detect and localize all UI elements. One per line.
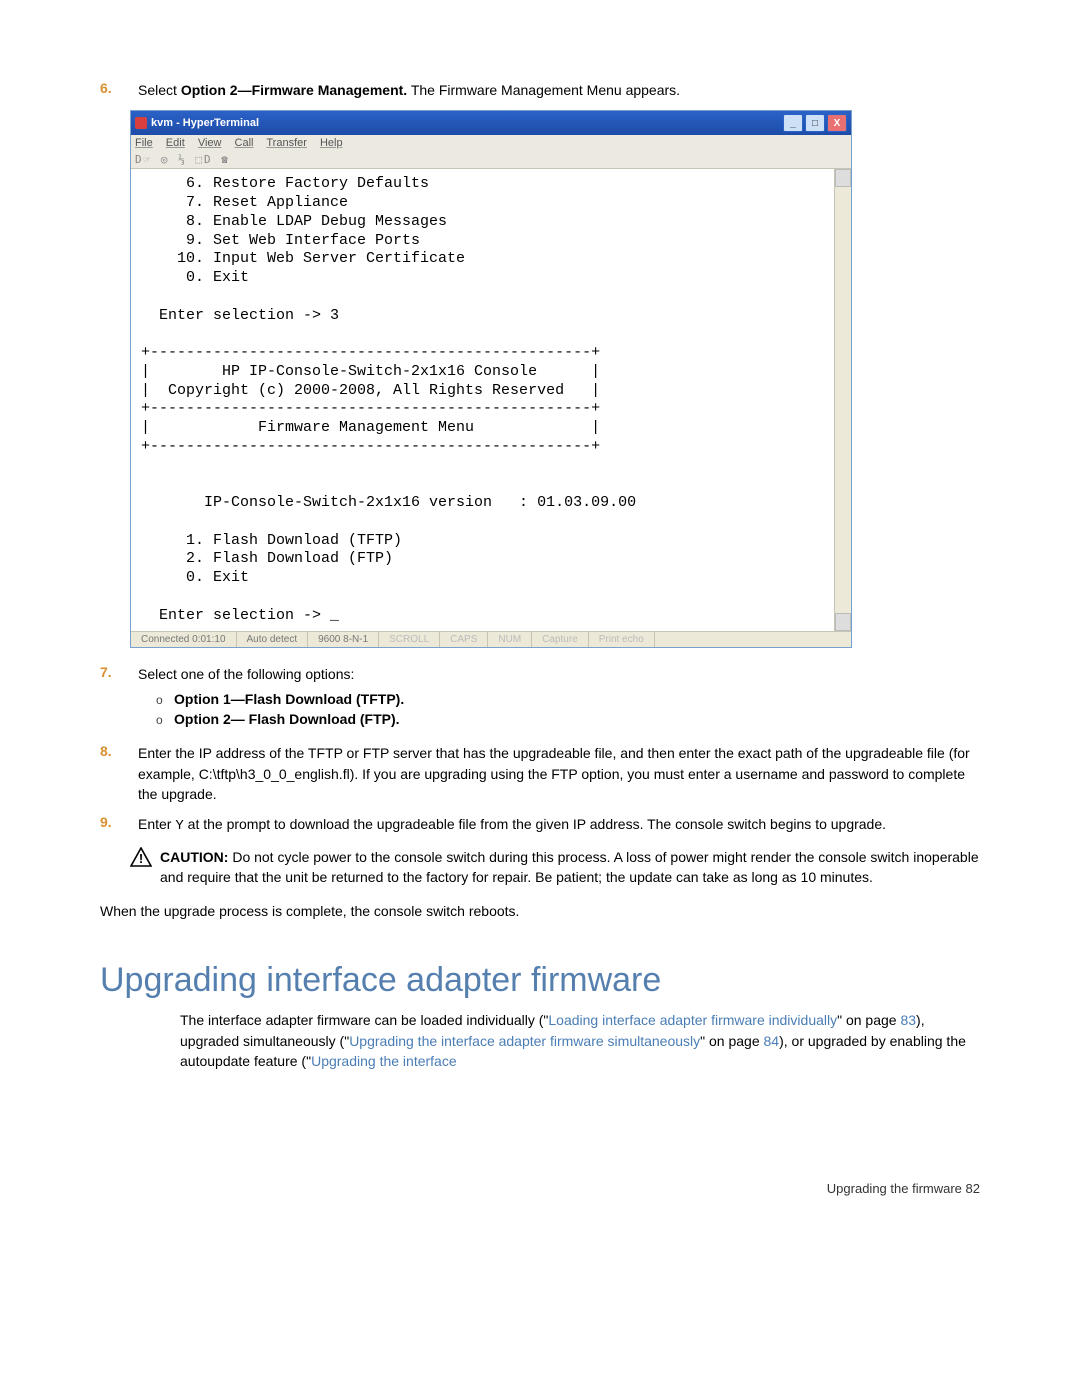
window-title: kvm - HyperTerminal [151, 117, 259, 129]
link-page-83[interactable]: 83 [900, 1012, 916, 1028]
terminal-body[interactable]: 6. Restore Factory Defaults 7. Reset App… [131, 169, 834, 631]
step-6: 6. Select Option 2—Firmware Management. … [100, 80, 980, 100]
step-number: 7. [100, 664, 138, 733]
section-heading: Upgrading interface adapter firmware [100, 961, 980, 1000]
close-button[interactable]: X [827, 114, 847, 132]
step-number: 6. [100, 80, 138, 100]
status-connected: Connected 0:01:10 [131, 632, 237, 647]
scroll-up-icon[interactable] [835, 169, 851, 187]
bold-text: Option 2— Flash Download (FTP). [174, 711, 400, 727]
link-load-individually[interactable]: Loading interface adapter firmware indiv… [548, 1012, 837, 1028]
step-number: 9. [100, 814, 138, 836]
caution-label: CAUTION: [160, 849, 228, 865]
status-baud: 9600 8-N-1 [308, 632, 379, 647]
text: " on page [837, 1012, 900, 1028]
mono-text: Y [175, 818, 183, 834]
page-footer: Upgrading the firmware 82 [100, 1181, 980, 1196]
window-titlebar: kvm - HyperTerminal _ □ X [131, 111, 851, 135]
app-icon [135, 117, 147, 129]
step-8: 8. Enter the IP address of the TFTP or F… [100, 743, 980, 804]
scroll-down-icon[interactable] [835, 613, 851, 631]
step-body: Select Option 2—Firmware Management. The… [138, 80, 980, 100]
text: Enter [138, 816, 175, 832]
menu-help[interactable]: Help [320, 137, 343, 149]
status-echo: Print echo [589, 632, 655, 647]
menu-edit[interactable]: Edit [166, 137, 185, 149]
status-scroll: SCROLL [379, 632, 440, 647]
menu-file[interactable]: File [135, 137, 153, 149]
text: The Firmware Management Menu appears. [407, 82, 680, 98]
step-body: Enter the IP address of the TFTP or FTP … [138, 743, 980, 804]
text: Select [138, 82, 181, 98]
menu-view[interactable]: View [198, 137, 222, 149]
text: The interface adapter firmware can be lo… [180, 1012, 548, 1028]
menu-call[interactable]: Call [235, 137, 254, 149]
step-7: 7. Select one of the following options: … [100, 664, 980, 733]
status-autodetect: Auto detect [237, 632, 309, 647]
minimize-button[interactable]: _ [783, 114, 803, 132]
text: Do not cycle power to the console switch… [160, 849, 979, 885]
bold-text: Option 2—Firmware Management. [181, 82, 407, 98]
text: " on page [700, 1033, 763, 1049]
step-body: Enter Y at the prompt to download the up… [138, 814, 980, 836]
menu-transfer[interactable]: Transfer [266, 137, 307, 149]
statusbar: Connected 0:01:10 Auto detect 9600 8-N-1… [131, 631, 851, 647]
step-9: 9. Enter Y at the prompt to download the… [100, 814, 980, 836]
status-caps: CAPS [440, 632, 488, 647]
hyperterminal-window: kvm - HyperTerminal _ □ X File Edit View… [130, 110, 852, 648]
status-capture: Capture [532, 632, 589, 647]
sub-option-1: Option 1—Flash Download (TFTP). [156, 689, 980, 709]
maximize-button[interactable]: □ [805, 114, 825, 132]
caution-block: ! CAUTION: Do not cycle power to the con… [130, 847, 980, 888]
section-paragraph: The interface adapter firmware can be lo… [180, 1010, 980, 1071]
sub-option-2: Option 2— Flash Download (FTP). [156, 709, 980, 729]
text: Select one of the following options: [138, 666, 354, 682]
step-body: Select one of the following options: Opt… [138, 664, 980, 733]
link-page-84[interactable]: 84 [764, 1033, 780, 1049]
caution-icon: ! [130, 847, 160, 888]
link-upgrade-autoupdate[interactable]: Upgrading the interface [311, 1053, 457, 1069]
menubar: File Edit View Call Transfer Help [131, 135, 851, 151]
step-number: 8. [100, 743, 138, 804]
window-controls: _ □ X [783, 114, 847, 132]
toolbar: D☞ ◎ ⅓ ⬚D ☎ [131, 151, 851, 169]
bold-text: Option 1—Flash Download (TFTP). [174, 691, 404, 707]
after-text: When the upgrade process is complete, th… [100, 901, 980, 921]
link-upgrade-simultaneously[interactable]: Upgrading the interface adapter firmware… [349, 1033, 700, 1049]
scrollbar[interactable] [834, 169, 851, 631]
svg-text:!: ! [139, 851, 143, 866]
status-num: NUM [488, 632, 532, 647]
caution-text: CAUTION: Do not cycle power to the conso… [160, 847, 980, 888]
text: at the prompt to download the upgradeabl… [184, 816, 886, 832]
